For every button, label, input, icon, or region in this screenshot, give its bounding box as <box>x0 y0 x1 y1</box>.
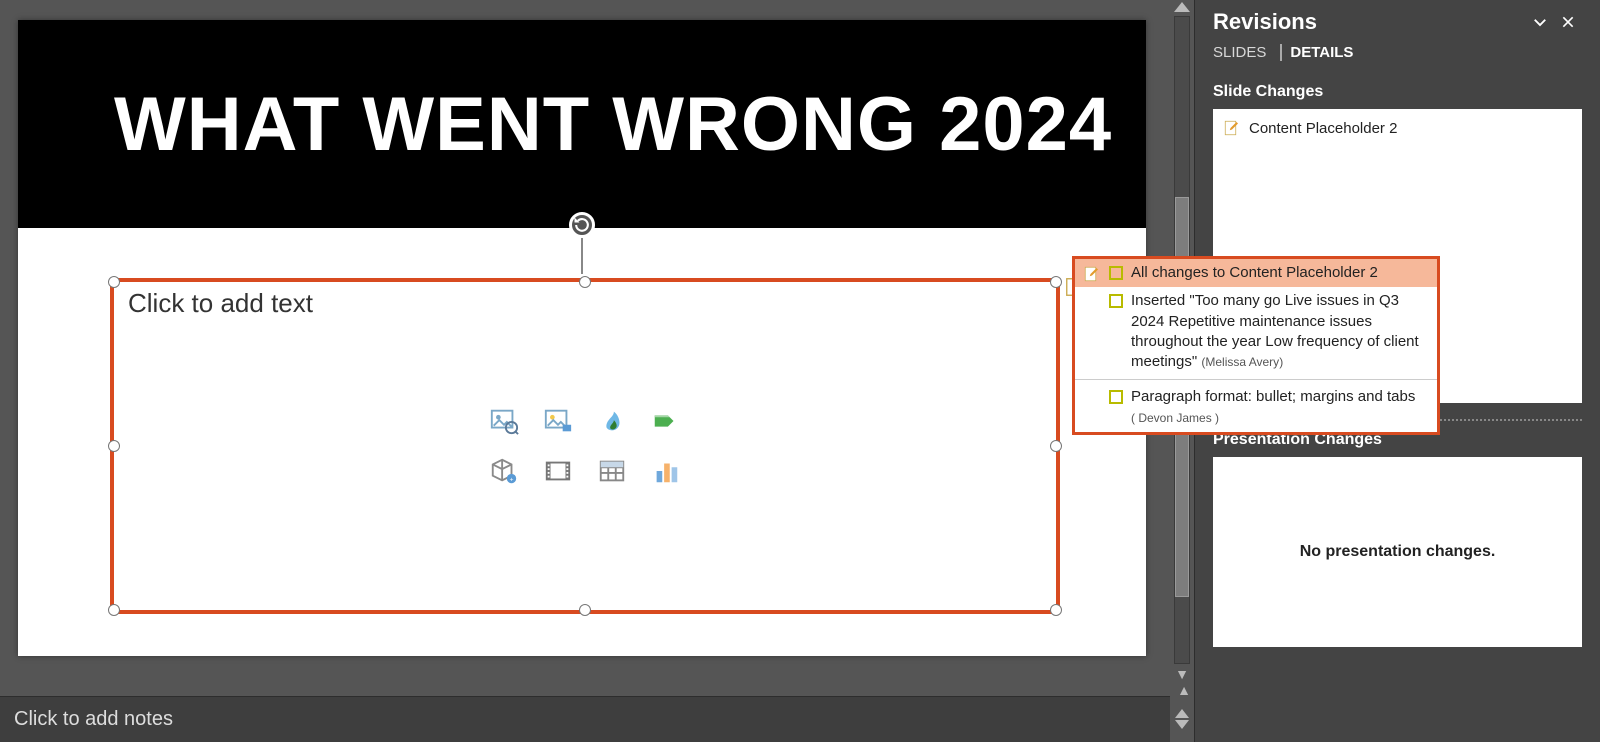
tab-details[interactable]: DETAILS <box>1280 44 1353 61</box>
slide-title-bar: WHAT WENT WRONG 2024 <box>18 20 1146 228</box>
revision-edit-icon <box>1083 265 1101 283</box>
tab-slides[interactable]: SLIDES <box>1213 44 1266 61</box>
insert-table-icon[interactable] <box>590 449 634 493</box>
scroll-down-icon[interactable]: ▼ <box>1175 668 1189 680</box>
slide-canvas[interactable]: WHAT WENT WRONG 2024 Click to add text <box>18 20 1146 656</box>
change-item-format[interactable]: Paragraph format: bullet; margins and ta… <box>1075 383 1437 432</box>
accept-format-checkbox[interactable] <box>1109 390 1123 404</box>
notes-pane[interactable]: Click to add notes <box>0 696 1170 742</box>
insert-chart-icon[interactable] <box>644 449 688 493</box>
slide-changes-label: Slide Changes <box>1195 73 1600 109</box>
changes-popup-header[interactable]: All changes to Content Placeholder 2 <box>1075 259 1437 287</box>
insert-icon-icon[interactable] <box>590 399 634 443</box>
accept-insert-checkbox[interactable] <box>1109 294 1123 308</box>
svg-text:+: + <box>510 476 514 483</box>
slide-editor-area: WHAT WENT WRONG 2024 Click to add text <box>0 0 1194 742</box>
presentation-changes-list: No presentation changes. <box>1213 457 1582 647</box>
revisions-title: Revisions <box>1213 9 1526 35</box>
changes-popup: All changes to Content Placeholder 2 Ins… <box>1072 256 1440 435</box>
slide-change-item-label: Content Placeholder 2 <box>1249 120 1397 137</box>
scroll-up-icon[interactable] <box>1174 2 1190 12</box>
insert-smartart-icon[interactable] <box>644 399 688 443</box>
revisions-tabs: SLIDES DETAILS <box>1195 38 1600 73</box>
insert-video-icon[interactable] <box>536 449 580 493</box>
insert-picture-icon[interactable] <box>536 399 580 443</box>
pane-close-button[interactable] <box>1554 8 1582 36</box>
insert-content-grid: + <box>482 399 688 493</box>
chevron-down-icon <box>1531 13 1549 31</box>
pane-options-button[interactable] <box>1526 8 1554 36</box>
notes-resize-handle[interactable] <box>1170 696 1194 742</box>
change-item-insert[interactable]: Inserted "Too many go Live issues in Q3 … <box>1075 287 1437 376</box>
slide-title[interactable]: WHAT WENT WRONG 2024 <box>114 81 1112 168</box>
insert-stock-image-icon[interactable] <box>482 399 526 443</box>
insert-3dmodel-icon[interactable]: + <box>482 449 526 493</box>
close-icon <box>1560 14 1576 30</box>
rotate-handle[interactable] <box>569 212 595 274</box>
changes-popup-header-text: All changes to Content Placeholder 2 <box>1131 263 1429 283</box>
no-presentation-changes-text: No presentation changes. <box>1300 543 1496 561</box>
content-placeholder[interactable]: Click to add text + <box>110 278 1060 614</box>
slide-change-item[interactable]: Content Placeholder 2 <box>1223 117 1572 139</box>
revision-edit-icon <box>1223 119 1241 137</box>
rotate-icon[interactable] <box>569 212 595 238</box>
accept-all-checkbox[interactable] <box>1109 266 1123 280</box>
notes-placeholder: Click to add notes <box>14 708 173 731</box>
content-placeholder-text: Click to add text <box>128 288 313 319</box>
